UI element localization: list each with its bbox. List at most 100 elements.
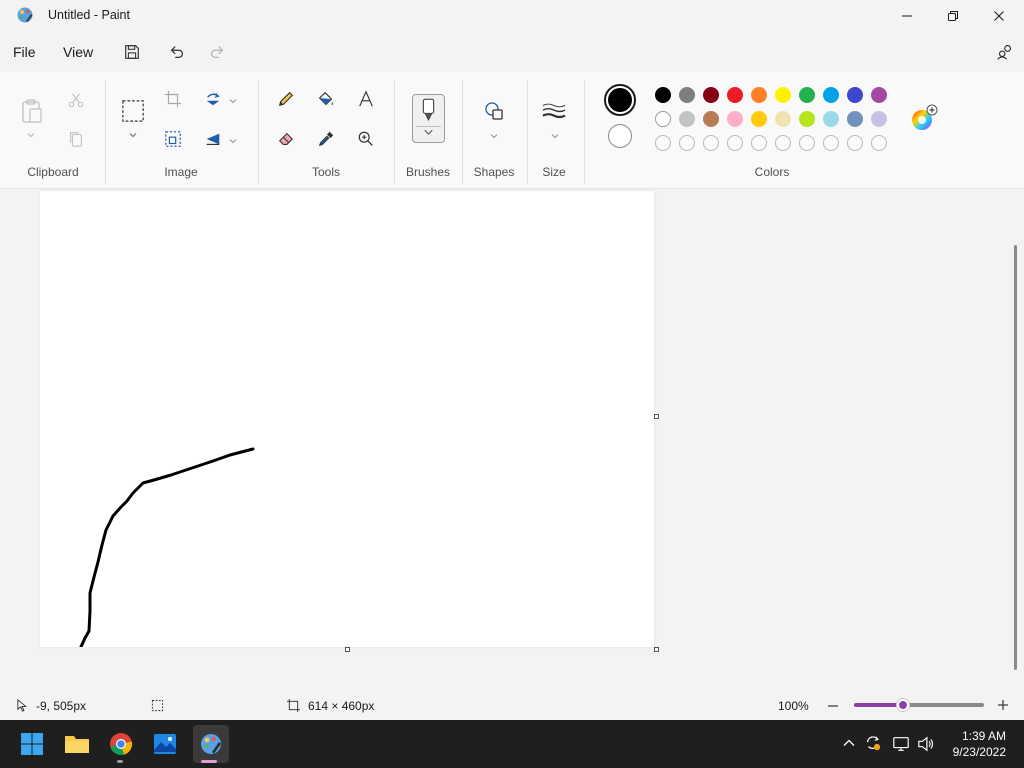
- undo-button[interactable]: [165, 40, 189, 64]
- color-swatch[interactable]: [799, 111, 815, 127]
- rotate-dropdown[interactable]: [228, 94, 238, 109]
- color-swatch[interactable]: [679, 111, 695, 127]
- custom-color-slot[interactable]: [655, 135, 671, 151]
- magnifier-button[interactable]: [354, 127, 378, 151]
- custom-color-slot[interactable]: [727, 135, 743, 151]
- redo-button[interactable]: [205, 40, 229, 64]
- shapes-dropdown[interactable]: [489, 129, 499, 144]
- select-button[interactable]: [120, 98, 146, 124]
- secondary-color-button[interactable]: [608, 124, 632, 148]
- volume-icon: [918, 736, 934, 752]
- ribbon-divider: [258, 80, 259, 184]
- flip-button[interactable]: [201, 127, 225, 151]
- file-explorer-icon: [65, 736, 89, 753]
- plus-icon: [998, 700, 1008, 710]
- color-swatch[interactable]: [655, 111, 671, 127]
- minimize-button[interactable]: [884, 0, 930, 32]
- rotate-button[interactable]: [201, 87, 225, 111]
- settings-button[interactable]: [992, 40, 1016, 64]
- color-palette: [655, 87, 895, 151]
- custom-color-slot[interactable]: [703, 135, 719, 151]
- resize-handle-corner[interactable]: [654, 647, 659, 652]
- color-swatch[interactable]: [871, 111, 887, 127]
- volume-button[interactable]: [917, 735, 935, 756]
- color-picker-button[interactable]: [314, 127, 338, 151]
- color-swatch[interactable]: [847, 111, 863, 127]
- custom-color-slot[interactable]: [871, 135, 887, 151]
- menu-view[interactable]: View: [63, 44, 93, 60]
- redo-icon: [210, 46, 224, 59]
- size-button[interactable]: [542, 99, 566, 123]
- show-hidden-icons-button[interactable]: [842, 736, 856, 753]
- start-button[interactable]: [17, 729, 47, 759]
- cut-button[interactable]: [64, 88, 88, 112]
- paste-dropdown[interactable]: [26, 128, 36, 143]
- zoom-out-button[interactable]: [826, 699, 840, 716]
- zoom-slider-thumb[interactable]: [897, 699, 909, 711]
- brushes-button[interactable]: [412, 94, 445, 143]
- vertical-scrollbar[interactable]: [1014, 245, 1017, 670]
- save-button[interactable]: [120, 40, 144, 64]
- clock-date[interactable]: 9/23/2022: [936, 745, 1006, 759]
- sync-button[interactable]: [864, 734, 882, 755]
- eraser-button[interactable]: [274, 127, 298, 151]
- color-swatch[interactable]: [871, 87, 887, 103]
- custom-color-slot[interactable]: [679, 135, 695, 151]
- color-swatch[interactable]: [751, 111, 767, 127]
- photos-button[interactable]: [150, 729, 180, 759]
- flip-dropdown[interactable]: [228, 134, 238, 149]
- custom-color-slot[interactable]: [823, 135, 839, 151]
- paste-button[interactable]: [20, 97, 44, 125]
- pencil-button[interactable]: [274, 87, 298, 111]
- select-dropdown[interactable]: [128, 128, 138, 143]
- custom-color-slot[interactable]: [775, 135, 791, 151]
- drawing-canvas[interactable]: [40, 191, 654, 647]
- text-button[interactable]: [354, 87, 378, 111]
- network-button[interactable]: [892, 735, 910, 756]
- scissors-icon: [68, 93, 84, 108]
- chevron-down-icon: [229, 99, 237, 104]
- rectangle-select-icon: [122, 100, 144, 122]
- color-swatch[interactable]: [727, 111, 743, 127]
- fill-button[interactable]: [314, 87, 338, 111]
- close-button[interactable]: [976, 0, 1022, 32]
- shapes-button[interactable]: [482, 99, 506, 123]
- ribbon-divider: [462, 80, 463, 184]
- custom-color-slot[interactable]: [847, 135, 863, 151]
- custom-color-slot[interactable]: [799, 135, 815, 151]
- crop-button[interactable]: [161, 87, 185, 111]
- zoom-in-button[interactable]: [996, 698, 1010, 715]
- shapes-group-label: Shapes: [473, 165, 515, 179]
- tools-group-label: Tools: [311, 165, 340, 179]
- restore-button[interactable]: [930, 0, 976, 32]
- color-swatch[interactable]: [679, 87, 695, 103]
- custom-color-slot[interactable]: [751, 135, 767, 151]
- zoom-slider[interactable]: [854, 699, 984, 711]
- color-swatch[interactable]: [655, 87, 671, 103]
- color-swatch[interactable]: [751, 87, 767, 103]
- menu-file[interactable]: File: [13, 44, 36, 60]
- resize-button[interactable]: [161, 127, 185, 151]
- chrome-button[interactable]: [106, 729, 136, 759]
- resize-handle-right[interactable]: [654, 414, 659, 419]
- size-dropdown[interactable]: [550, 129, 560, 144]
- file-explorer-button[interactable]: [62, 729, 92, 759]
- color-swatch[interactable]: [727, 87, 743, 103]
- color-swatch[interactable]: [799, 87, 815, 103]
- color-swatch[interactable]: [847, 87, 863, 103]
- color-swatch[interactable]: [823, 111, 839, 127]
- color-swatch[interactable]: [703, 87, 719, 103]
- paint-button[interactable]: [196, 729, 226, 759]
- resize-handle-bottom[interactable]: [345, 647, 350, 652]
- save-icon: [125, 45, 139, 59]
- color-swatch[interactable]: [703, 111, 719, 127]
- copy-button[interactable]: [64, 127, 88, 151]
- clock-time[interactable]: 1:39 AM: [944, 729, 1006, 743]
- edit-colors-button[interactable]: [910, 104, 938, 132]
- primary-color-button[interactable]: [604, 84, 636, 116]
- color-swatch[interactable]: [823, 87, 839, 103]
- canvas-size-icon: [287, 699, 300, 715]
- color-swatch[interactable]: [775, 87, 791, 103]
- ribbon-divider: [527, 80, 528, 184]
- color-swatch[interactable]: [775, 111, 791, 127]
